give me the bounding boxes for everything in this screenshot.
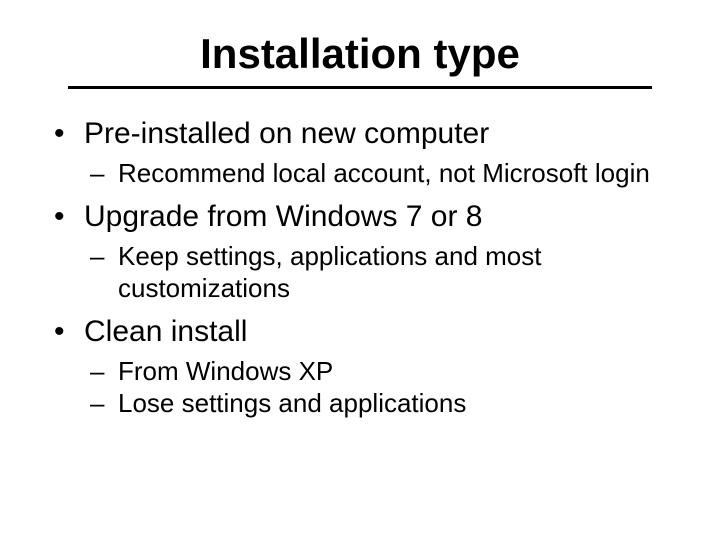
sub-list: Recommend local account, not Microsoft l…: [84, 157, 672, 190]
bullet-list: Pre-installed on new computer Recommend …: [48, 117, 672, 420]
sub-list: From Windows XP Lose settings and applic…: [84, 355, 672, 420]
bullet-text: Pre-installed on new computer: [84, 117, 489, 150]
title-underline: [68, 86, 652, 89]
slide-title: Installation type: [48, 30, 672, 78]
sub-item: Lose settings and applications: [84, 387, 672, 420]
sub-list: Keep settings, applications and most cus…: [84, 240, 672, 305]
list-item: Upgrade from Windows 7 or 8 Keep setting…: [48, 200, 672, 305]
bullet-text: Clean install: [84, 315, 247, 348]
bullet-text: Upgrade from Windows 7 or 8: [84, 200, 483, 233]
sub-item: Recommend local account, not Microsoft l…: [84, 157, 672, 190]
sub-item: Keep settings, applications and most cus…: [84, 240, 672, 305]
sub-item: From Windows XP: [84, 355, 672, 388]
list-item: Clean install From Windows XP Lose setti…: [48, 315, 672, 420]
list-item: Pre-installed on new computer Recommend …: [48, 117, 672, 190]
